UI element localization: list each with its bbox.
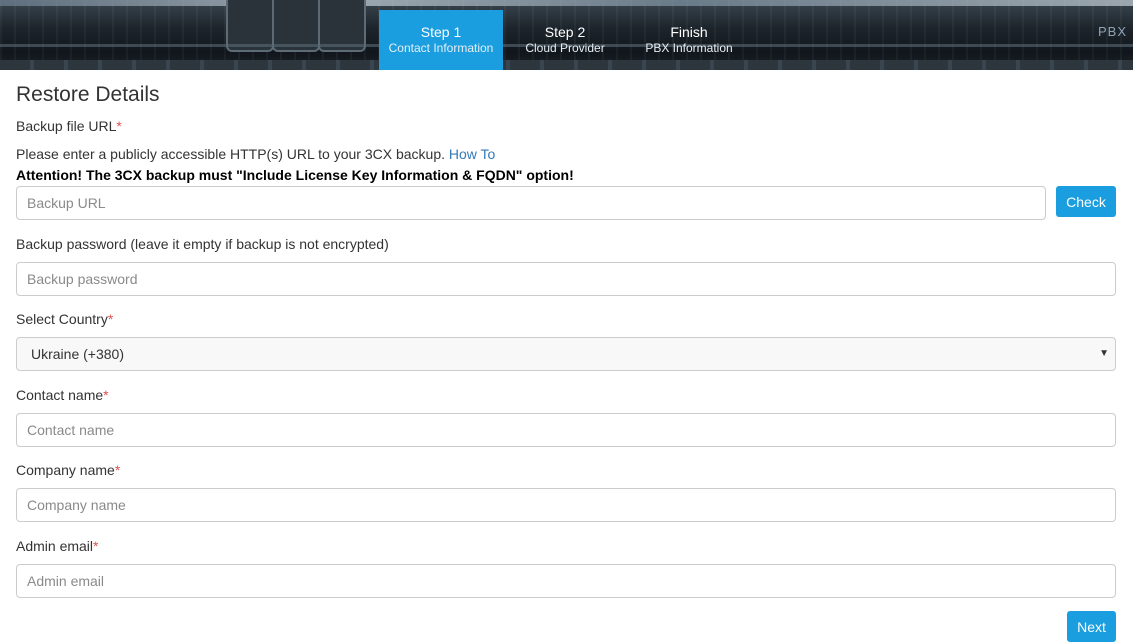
how-to-link[interactable]: How To xyxy=(449,146,495,162)
required-mark: * xyxy=(93,538,99,554)
backup-url-help: Please enter a publicly accessible HTTP(… xyxy=(16,146,495,162)
wizard-step-1: Step 1 Contact Information xyxy=(379,10,503,70)
label-text: Contact name xyxy=(16,387,104,403)
backup-password-label: Backup password (leave it empty if backu… xyxy=(16,236,389,252)
wizard-steps: Step 1 Contact Information Step 2 Cloud … xyxy=(379,10,751,70)
label-text: Admin email xyxy=(16,538,94,554)
wizard-header-banner: PBX Step 1 Contact Information Step 2 Cl… xyxy=(0,0,1133,70)
step-title: Step 1 xyxy=(420,24,462,40)
wizard-step-finish: Finish PBX Information xyxy=(627,10,751,70)
label-text: Backup file URL xyxy=(16,118,117,134)
required-mark: * xyxy=(103,387,109,403)
backup-password-input[interactable] xyxy=(16,262,1116,296)
required-mark: * xyxy=(107,311,114,327)
required-mark: * xyxy=(114,462,121,478)
attention-note: Attention! The 3CX backup must "Include … xyxy=(16,167,574,183)
page-title: Restore Details xyxy=(16,83,160,106)
banner-decoration xyxy=(0,0,1133,6)
company-name-label: Company name* xyxy=(16,462,120,478)
required-mark: * xyxy=(116,118,122,134)
step-title: Finish xyxy=(670,24,708,40)
company-name-input[interactable] xyxy=(16,488,1116,522)
country-selected-value: Ukraine (+380) xyxy=(31,346,124,362)
help-text: Please enter a publicly accessible HTTP(… xyxy=(16,146,445,162)
label-text: Select Country xyxy=(16,311,108,327)
next-button[interactable]: Next xyxy=(1067,611,1116,642)
admin-email-input[interactable] xyxy=(16,564,1116,598)
contact-name-label: Contact name* xyxy=(16,387,109,403)
label-text: Company name xyxy=(16,462,115,478)
chevron-down-icon: ▼ xyxy=(1099,348,1109,359)
backup-url-label: Backup file URL* xyxy=(16,118,122,134)
step-subtitle: Contact Information xyxy=(388,41,494,55)
step-subtitle: Cloud Provider xyxy=(525,41,605,55)
step-title: Step 2 xyxy=(544,24,586,40)
contact-name-input[interactable] xyxy=(16,413,1116,447)
country-select[interactable]: Ukraine (+380) ▼ xyxy=(16,337,1116,371)
brand-logo-text: PBX xyxy=(1097,24,1127,39)
wizard-step-2: Step 2 Cloud Provider xyxy=(503,10,627,70)
check-button[interactable]: Check xyxy=(1056,186,1116,217)
admin-email-label: Admin email* xyxy=(16,538,98,554)
country-label: Select Country* xyxy=(16,311,113,327)
backup-url-input[interactable] xyxy=(16,186,1046,220)
step-subtitle: PBX Information xyxy=(645,41,733,55)
